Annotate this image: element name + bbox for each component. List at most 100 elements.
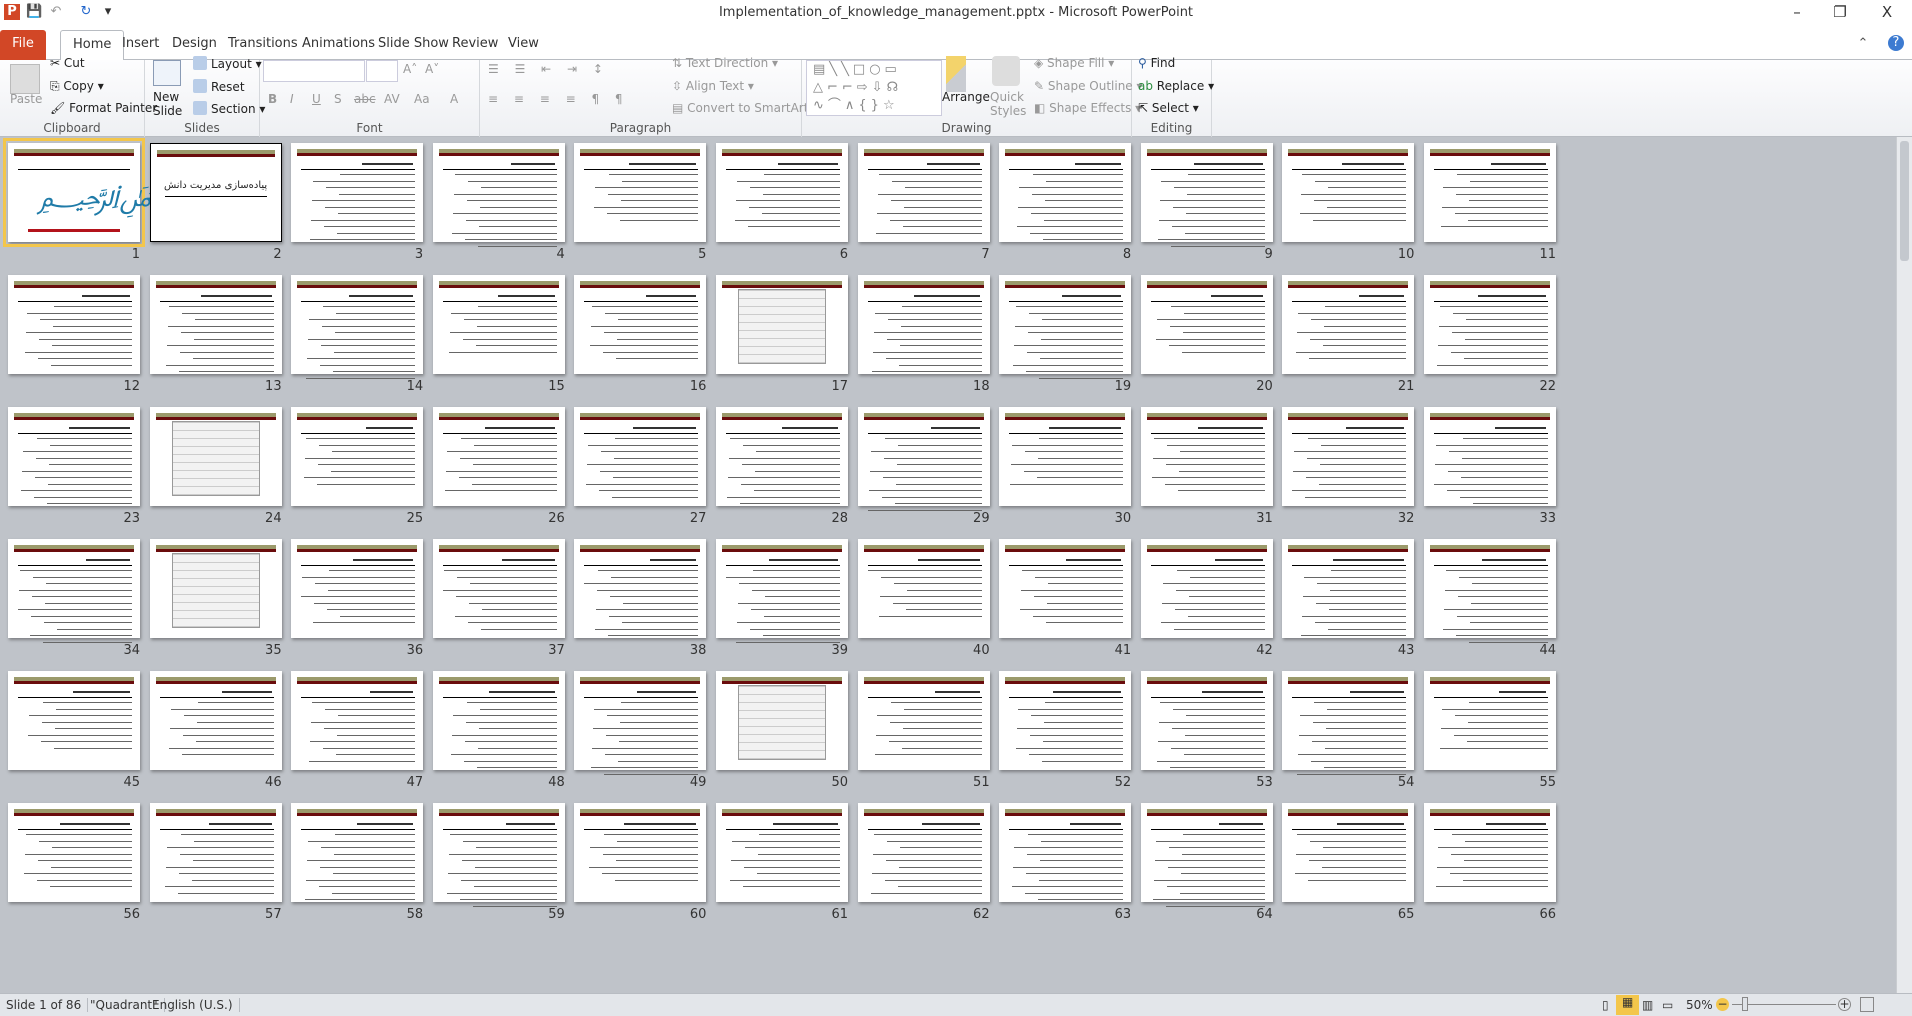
slide-thumbnail[interactable] xyxy=(8,407,140,506)
shape-effects-button[interactable]: ◧ Shape Effects ▾ xyxy=(1034,101,1141,115)
quick-styles-button[interactable]: Quick Styles xyxy=(990,90,1030,118)
close-button[interactable]: X xyxy=(1872,3,1902,21)
arrange-button[interactable]: Arrange xyxy=(942,90,990,104)
slide-thumbnail[interactable] xyxy=(716,671,848,770)
slide-thumbnail[interactable] xyxy=(574,671,707,775)
reset-button[interactable]: Reset xyxy=(193,79,245,94)
vertical-scrollbar[interactable] xyxy=(1896,137,1912,993)
slide-thumbnail[interactable] xyxy=(1282,407,1415,506)
slide-thumbnail[interactable]: ﷽ xyxy=(3,138,268,247)
slide-thumbnail[interactable] xyxy=(291,671,424,770)
slide-thumbnail[interactable] xyxy=(999,539,1132,638)
slide-thumbnail[interactable] xyxy=(999,143,1132,242)
layout-button[interactable]: Layout ▾ xyxy=(193,56,262,71)
slide-thumbnail[interactable] xyxy=(716,539,848,643)
restore-button[interactable]: ❐ xyxy=(1825,3,1855,21)
copy-button[interactable]: ⎘ Copy ▾ xyxy=(50,79,104,94)
slide-thumbnail[interactable] xyxy=(1282,539,1415,638)
slide-thumbnail[interactable] xyxy=(8,671,140,770)
slide-thumbnail[interactable] xyxy=(574,407,707,506)
text-direction-button[interactable]: ⇅ Text Direction ▾ xyxy=(672,56,778,70)
slide-thumbnail[interactable] xyxy=(1424,671,1556,770)
replace-button[interactable]: ab Replace ▾ xyxy=(1138,79,1214,93)
align-text-button[interactable]: ⇳ Align Text ▾ xyxy=(672,79,754,93)
section-button[interactable]: Section ▾ xyxy=(193,101,265,116)
slide-thumbnail[interactable] xyxy=(857,671,990,770)
slide-thumbnail[interactable] xyxy=(149,539,282,638)
slide-thumbnail[interactable] xyxy=(1424,143,1556,242)
minimize-button[interactable]: – xyxy=(1782,3,1812,21)
slide-thumbnail[interactable] xyxy=(1140,803,1273,907)
slide-thumbnail[interactable] xyxy=(432,803,565,907)
normal-view-icon[interactable]: ▯ xyxy=(1596,998,1615,1012)
cut-button[interactable]: ✂ Cut xyxy=(50,56,85,70)
change-case-button[interactable]: Aa xyxy=(414,92,430,106)
slide-thumbnail[interactable] xyxy=(574,143,707,242)
character-spacing-button[interactable]: AV xyxy=(384,92,400,106)
slide-thumbnail[interactable] xyxy=(857,539,990,638)
help-icon[interactable]: ? xyxy=(1888,35,1904,51)
slide-thumbnail[interactable] xyxy=(1424,803,1556,902)
slide-thumbnail[interactable] xyxy=(857,803,990,902)
slide-show-icon[interactable]: ▭ xyxy=(1656,998,1679,1012)
zoom-slider-thumb[interactable] xyxy=(1742,997,1749,1011)
zoom-out-button[interactable]: − xyxy=(1716,998,1729,1011)
slide-thumbnail[interactable] xyxy=(1282,671,1415,775)
slide-thumbnail[interactable] xyxy=(1140,539,1273,638)
slide-thumbnail[interactable] xyxy=(716,275,848,374)
slide-thumbnail[interactable] xyxy=(574,275,707,374)
slide-thumbnail[interactable] xyxy=(149,407,282,506)
language[interactable]: English (U.S.) xyxy=(146,998,240,1012)
slide-thumbnail[interactable] xyxy=(999,275,1132,379)
slide-thumbnail[interactable] xyxy=(574,539,707,638)
slide-thumbnail[interactable] xyxy=(1140,671,1273,770)
slide-thumbnail[interactable] xyxy=(291,803,424,902)
slide-thumbnail[interactable] xyxy=(716,803,848,902)
slide-thumbnail[interactable] xyxy=(857,407,990,511)
alignment-buttons[interactable]: ≡ ≡ ≡ ≡ ¶ ¶ xyxy=(488,92,629,106)
shrink-font-icon[interactable]: A˅ xyxy=(425,62,439,76)
grow-font-icon[interactable]: A˄ xyxy=(403,62,417,76)
slide-thumbnail[interactable] xyxy=(432,143,565,247)
slide-thumbnail[interactable] xyxy=(574,803,707,902)
minimize-ribbon-icon[interactable]: ⌃ xyxy=(1855,36,1871,52)
slide-thumbnail[interactable] xyxy=(1424,539,1556,643)
font-size-select[interactable] xyxy=(366,60,398,82)
slide-thumbnail[interactable] xyxy=(1424,275,1556,374)
slide-thumbnail[interactable] xyxy=(1282,275,1415,374)
slide-thumbnail[interactable] xyxy=(1282,143,1415,242)
paste-button[interactable]: Paste xyxy=(10,92,42,106)
slide-thumbnail[interactable] xyxy=(432,407,565,506)
slide-thumbnail[interactable] xyxy=(432,275,565,374)
slide-thumbnail[interactable] xyxy=(8,275,140,374)
font-color-button[interactable]: A xyxy=(450,92,458,106)
slide-thumbnail[interactable] xyxy=(291,143,424,242)
slide-thumbnail[interactable] xyxy=(716,407,848,506)
tab-view[interactable]: View xyxy=(496,30,551,60)
list-buttons[interactable]: ☰ ☰ ⇤ ⇥ ↕ xyxy=(488,62,609,76)
slide-thumbnail[interactable] xyxy=(1282,803,1415,902)
slide-thumbnail[interactable] xyxy=(8,803,140,902)
slide-thumbnail[interactable] xyxy=(8,539,140,643)
italic-button[interactable]: I xyxy=(290,92,294,106)
slide-thumbnail[interactable] xyxy=(999,671,1132,770)
fit-to-window-icon[interactable] xyxy=(1860,997,1874,1012)
shape-outline-button[interactable]: ✎ Shape Outline ▾ xyxy=(1034,79,1143,93)
slide-thumbnail[interactable]: پیاده‌سازی مدیریت دانش xyxy=(149,143,282,242)
slide-thumbnail[interactable] xyxy=(1140,143,1273,247)
underline-button[interactable]: U xyxy=(312,92,321,106)
slide-thumbnail[interactable] xyxy=(291,407,424,506)
zoom-in-button[interactable]: + xyxy=(1838,998,1851,1011)
slide-thumbnail[interactable] xyxy=(291,539,424,638)
zoom-level[interactable]: 50% xyxy=(1680,998,1719,1012)
shadow-button[interactable]: S xyxy=(334,92,342,106)
slide-thumbnail[interactable] xyxy=(857,275,990,374)
find-button[interactable]: ⚲ Find xyxy=(1138,56,1175,70)
format-painter-button[interactable]: 🖌 Format Painter xyxy=(50,101,157,115)
slide-thumbnail[interactable] xyxy=(1140,407,1273,506)
slide-thumbnail[interactable] xyxy=(432,671,565,770)
scrollbar-thumb[interactable] xyxy=(1900,141,1909,261)
strikethrough-button[interactable]: abc xyxy=(354,92,376,106)
select-button[interactable]: ⇱ Select ▾ xyxy=(1138,101,1199,115)
slide-thumbnail[interactable] xyxy=(999,803,1132,902)
